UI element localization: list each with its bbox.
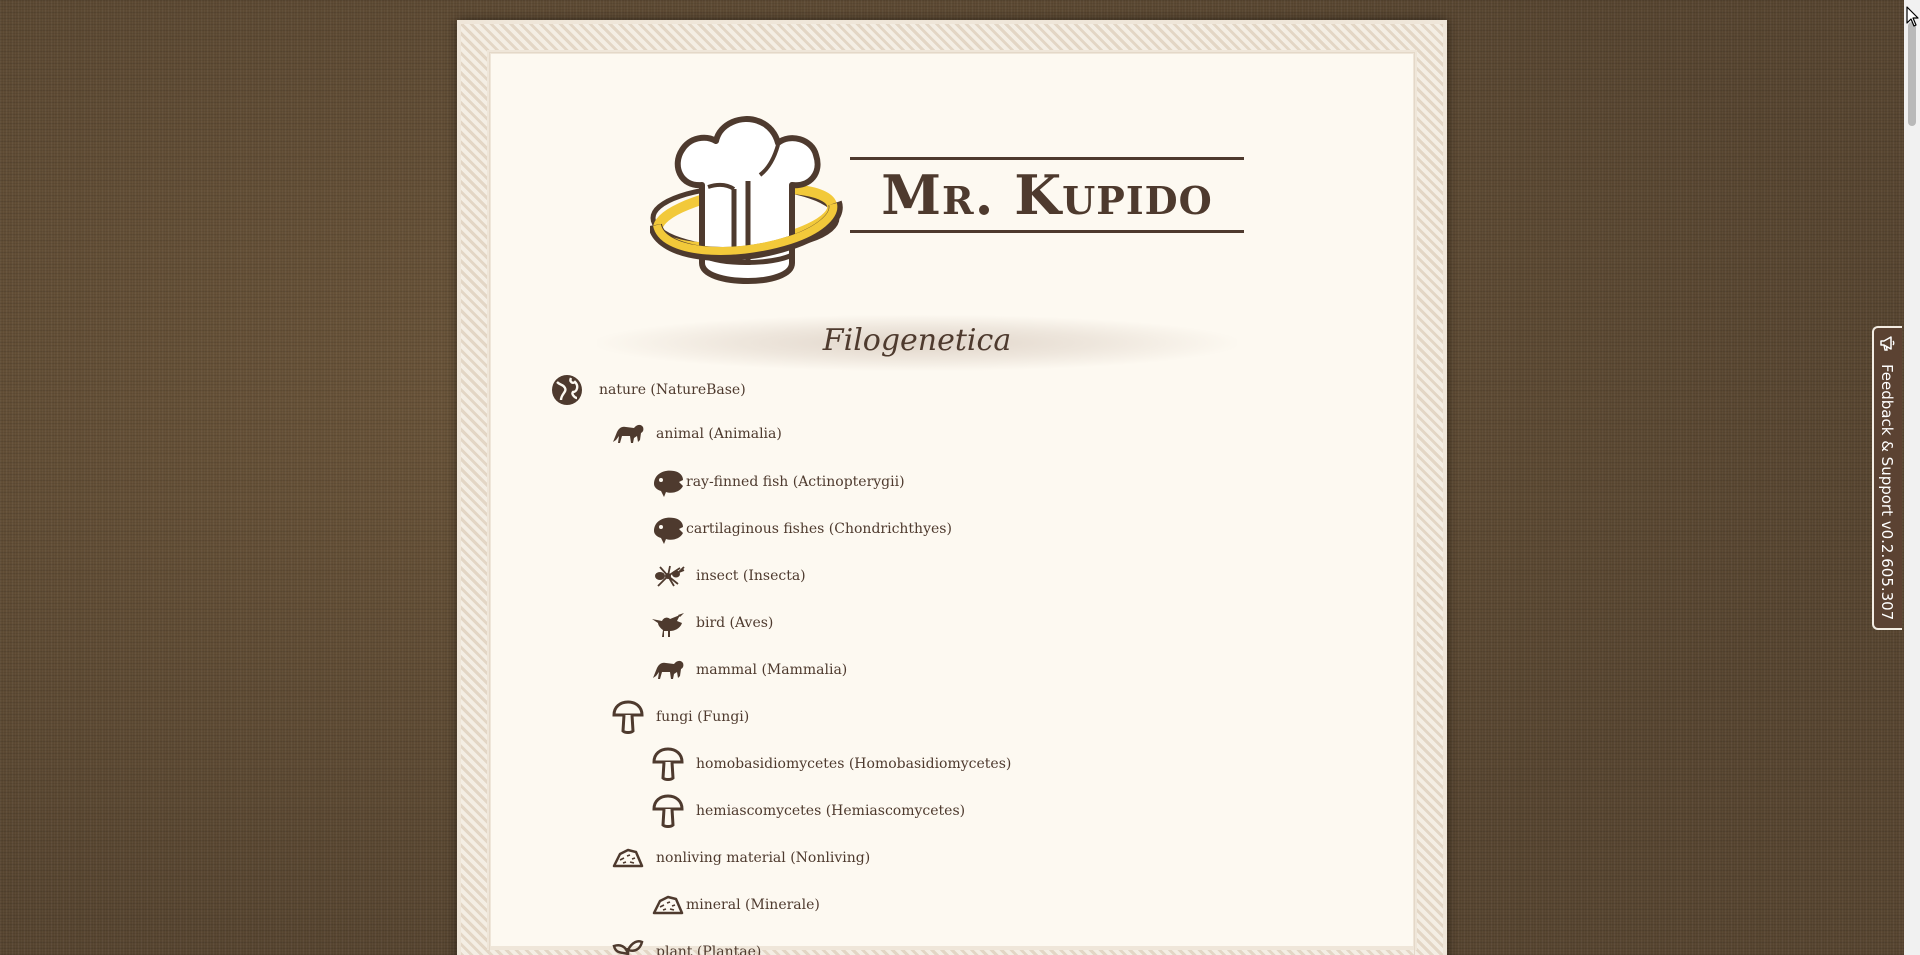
mineral-icon [612, 848, 644, 868]
tree-item-ray-finned-fish[interactable]: ray-finned fish (Actinopterygii) [650, 464, 905, 500]
mineral-icon [652, 895, 684, 915]
tree-item-label: cartilaginous fishes (Chondrichthyes) [686, 521, 952, 537]
tree-item-label: nature (NatureBase) [599, 382, 746, 398]
tree-item-label: ray-finned fish (Actinopterygii) [686, 474, 905, 490]
tree-item-label: insect (Insecta) [696, 568, 806, 584]
feedback-support-label: Feedback & Support v0.2.605.307 [1878, 364, 1896, 621]
globe-icon [552, 375, 582, 405]
tree-item-insect[interactable]: insect (Insecta) [650, 558, 806, 594]
bird-icon [652, 613, 684, 637]
tree-item-label: nonliving material (Nonliving) [656, 850, 871, 866]
feedback-support-tab[interactable]: Feedback & Support v0.2.605.307 [1872, 326, 1902, 630]
tree-item-nature[interactable]: nature (NatureBase) [549, 372, 746, 408]
brand-logo[interactable]: Mr. Kupido [650, 115, 1270, 295]
section-header: Filogenetica [597, 315, 1237, 371]
fish-icon [654, 470, 683, 497]
tree-item-label: plant (Plantae) [656, 944, 762, 955]
chef-hat-logo-icon [650, 116, 843, 284]
tree-item-plant[interactable]: plant (Plantae) [610, 934, 761, 955]
plant-icon [612, 940, 644, 955]
tree-item-label: homobasidiomycetes (Homobasidiomycetes) [696, 756, 1012, 772]
tree-item-cartilaginous-fishes[interactable]: cartilaginous fishes (Chondrichthyes) [650, 511, 952, 547]
lion-icon [653, 660, 684, 679]
tree-item-fungi[interactable]: fungi (Fungi) [610, 699, 749, 735]
scrollbar-thumb[interactable] [1908, 22, 1916, 126]
ant-icon [655, 565, 685, 587]
fish-icon [654, 517, 683, 544]
tree-item-hemiascomycetes[interactable]: hemiascomycetes (Hemiascomycetes) [650, 793, 965, 829]
tree-item-label: mineral (Minerale) [686, 897, 820, 913]
tree-item-homobasidiomycetes[interactable]: homobasidiomycetes (Homobasidiomycetes) [650, 746, 1011, 782]
tree-item-mammal[interactable]: mammal (Mammalia) [650, 652, 847, 688]
tree-item-mineral[interactable]: mineral (Minerale) [650, 887, 820, 923]
tree-item-bird[interactable]: bird (Aves) [650, 605, 773, 641]
mushroom-icon [652, 794, 684, 828]
tree-item-nonliving-material[interactable]: nonliving material (Nonliving) [610, 840, 870, 876]
tree-item-label: fungi (Fungi) [656, 709, 750, 725]
mushroom-icon [652, 747, 684, 781]
tree-item-label: mammal (Mammalia) [696, 662, 848, 678]
mouse-cursor-icon [1906, 6, 1919, 27]
tree-item-label: hemiascomycetes (Hemiascomycetes) [696, 803, 966, 819]
vertical-scrollbar[interactable] [1904, 0, 1920, 955]
tree-item-label: animal (Animalia) [656, 426, 782, 442]
lion-icon [613, 424, 644, 443]
content-page: Mr. Kupido Filogenetica nature (NatureBa… [457, 20, 1447, 955]
mushroom-icon [612, 700, 644, 734]
megaphone-icon [1880, 336, 1895, 351]
section-title: Filogenetica [822, 323, 1012, 358]
tree-item-label: bird (Aves) [696, 615, 774, 631]
tree-item-animal[interactable]: animal (Animalia) [610, 416, 782, 452]
brand-name: Mr. Kupido [850, 157, 1244, 233]
